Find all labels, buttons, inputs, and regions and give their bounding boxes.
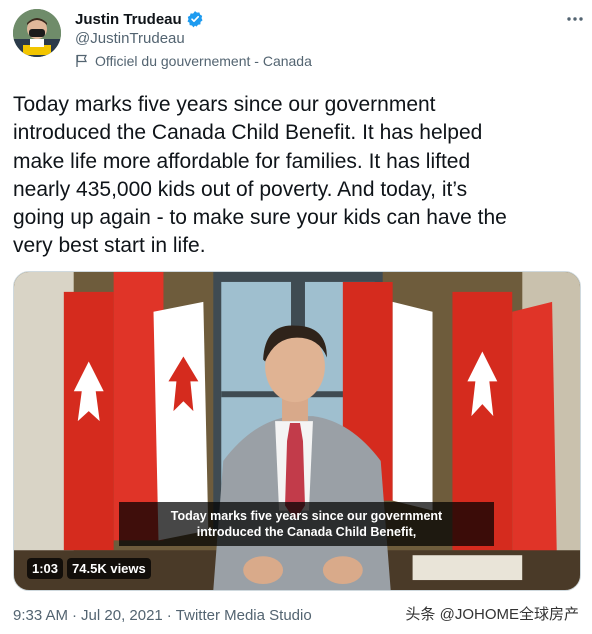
video-duration: 1:03 [27, 558, 64, 579]
caption-line-2: introduced the Canada Child Benefit, [196, 525, 417, 539]
tweet-date[interactable]: Jul 20, 2021 [81, 607, 163, 624]
account-label-text: Officiel du gouvernement - Canada [95, 53, 312, 69]
verified-badge-icon [186, 10, 204, 28]
tweet-time[interactable]: 9:33 AM [13, 607, 68, 624]
account-label[interactable]: Officiel du gouvernement - Canada [75, 53, 312, 69]
meta-separator: · [72, 607, 78, 624]
video-views: 74.5K views [67, 558, 151, 579]
video-badges: 1:03 74.5K views [27, 558, 151, 579]
video-player[interactable]: Today marks five years since our governm… [13, 271, 581, 591]
watermark: 头条 @JOHOME全球房产 [405, 606, 579, 623]
caption-line-1: Today marks five years since our governm… [170, 509, 443, 523]
display-name[interactable]: Justin Trudeau [75, 11, 182, 28]
tweet-text: Today marks five years since our governm… [13, 93, 507, 258]
tweet-meta: 9:33 AM · Jul 20, 2021 · Twitter Media S… [13, 607, 312, 624]
tweet-source[interactable]: Twitter Media Studio [176, 607, 312, 624]
more-horizontal-icon[interactable] [565, 9, 585, 29]
handle[interactable]: @JustinTrudeau [75, 30, 185, 47]
avatar[interactable] [13, 9, 61, 57]
video-caption: Today marks five years since our governm… [119, 502, 494, 546]
government-flag-icon [75, 54, 89, 68]
meta-separator: · [166, 607, 172, 624]
tweet-header: Justin Trudeau @JustinTrudeau Officiel d… [13, 9, 585, 79]
